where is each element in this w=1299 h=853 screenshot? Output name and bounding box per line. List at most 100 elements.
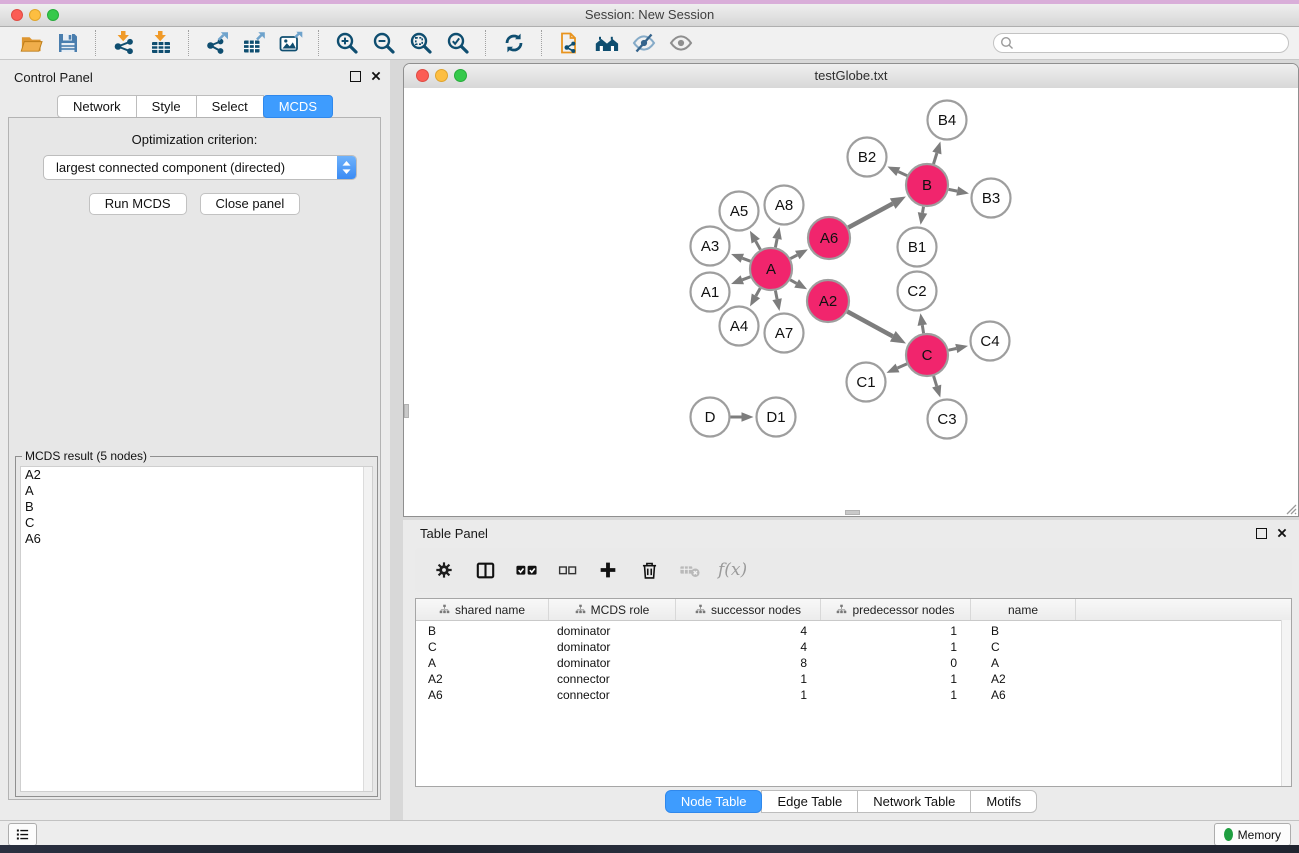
import-network-button[interactable] bbox=[105, 29, 142, 57]
graph-edge-C-C4[interactable] bbox=[949, 341, 970, 353]
table-cell[interactable]: connector bbox=[549, 672, 676, 686]
graph-node-A2[interactable]: A2 bbox=[807, 280, 849, 322]
graph-edge-C-C2[interactable] bbox=[916, 313, 927, 334]
table-cell[interactable]: A2 bbox=[971, 672, 1076, 686]
mcds-result-item[interactable]: A2 bbox=[21, 467, 372, 483]
export-network-button[interactable] bbox=[198, 29, 235, 57]
graph-edge-A-A2[interactable] bbox=[790, 279, 809, 293]
eye-slash-button[interactable] bbox=[625, 29, 662, 57]
graph-edge-A-A4[interactable] bbox=[746, 288, 760, 309]
table-cell[interactable]: 1 bbox=[821, 640, 971, 654]
graph-edge-B-B2[interactable] bbox=[885, 162, 907, 176]
close-panel-icon[interactable] bbox=[370, 70, 382, 82]
graph-node-A7[interactable]: A7 bbox=[765, 314, 804, 353]
tab-node-table[interactable]: Node Table bbox=[665, 790, 763, 813]
export-table-button[interactable] bbox=[235, 29, 272, 57]
table-cell[interactable]: 0 bbox=[821, 656, 971, 670]
uncheck-pair-button[interactable] bbox=[554, 557, 580, 583]
mcds-result-item[interactable]: A6 bbox=[21, 531, 372, 547]
resize-grip-icon[interactable] bbox=[1283, 501, 1297, 515]
graph-node-B1[interactable]: B1 bbox=[898, 228, 937, 267]
refresh-button[interactable] bbox=[495, 29, 532, 57]
table-row[interactable]: Bdominator41B bbox=[416, 623, 1291, 639]
minimize-button[interactable] bbox=[29, 9, 41, 21]
table-cell[interactable]: 1 bbox=[821, 672, 971, 686]
tab-mcds[interactable]: MCDS bbox=[263, 95, 333, 118]
graph-node-B[interactable]: B bbox=[906, 164, 948, 206]
graph-node-C3[interactable]: C3 bbox=[928, 400, 967, 439]
graph-edge-B-B1[interactable] bbox=[916, 207, 927, 226]
tab-select[interactable]: Select bbox=[196, 95, 264, 118]
table-cell[interactable]: A6 bbox=[416, 688, 549, 702]
mcds-list-scrollbar[interactable] bbox=[363, 467, 372, 791]
zoom-button[interactable] bbox=[47, 9, 59, 21]
criterion-dropdown[interactable]: largest connected component (directed) bbox=[43, 155, 357, 180]
zoom-out-button[interactable] bbox=[365, 29, 402, 57]
mcds-result-item[interactable]: A bbox=[21, 483, 372, 499]
tab-edge-table[interactable]: Edge Table bbox=[761, 790, 858, 813]
graph-edge-A-A6[interactable] bbox=[790, 245, 810, 259]
trash-button[interactable] bbox=[636, 557, 662, 583]
gear-button[interactable] bbox=[431, 557, 457, 583]
graph-node-D1[interactable]: D1 bbox=[757, 398, 796, 437]
table-cell[interactable]: B bbox=[971, 624, 1076, 638]
houses-button[interactable] bbox=[588, 29, 625, 57]
table-cell[interactable]: A bbox=[971, 656, 1076, 670]
import-table-button[interactable] bbox=[142, 29, 179, 57]
close-button[interactable] bbox=[11, 9, 23, 21]
save-session-button[interactable] bbox=[49, 29, 86, 57]
network-minimize-button[interactable] bbox=[435, 69, 448, 82]
task-history-button[interactable] bbox=[8, 823, 37, 846]
network-canvas[interactable]: B4B2BB3A8A5A6A3B1AA1C2A2A4A7C4CC1C3DD1 bbox=[404, 88, 1298, 516]
float-panel-icon[interactable] bbox=[350, 71, 361, 82]
table-cell[interactable]: 8 bbox=[676, 656, 821, 670]
graph-edge-A-A5[interactable] bbox=[746, 228, 761, 249]
table-cell[interactable]: 1 bbox=[676, 672, 821, 686]
graph-edge-C-C3[interactable] bbox=[932, 376, 945, 399]
memory-button[interactable]: Memory bbox=[1214, 823, 1291, 846]
graph-edge-A6-B[interactable] bbox=[848, 191, 908, 227]
table-cell[interactable]: 4 bbox=[676, 640, 821, 654]
tab-network[interactable]: Network bbox=[57, 95, 137, 118]
graph-node-C1[interactable]: C1 bbox=[847, 363, 886, 402]
graph-node-C4[interactable]: C4 bbox=[971, 322, 1010, 361]
zoom-selected-button[interactable] bbox=[439, 29, 476, 57]
column-header-shared-name[interactable]: shared name bbox=[416, 599, 549, 620]
graph-edge-C-C1[interactable] bbox=[885, 364, 907, 378]
run-mcds-button[interactable]: Run MCDS bbox=[89, 193, 187, 215]
graph-node-C[interactable]: C bbox=[906, 334, 948, 376]
graph-edge-A-A3[interactable] bbox=[729, 249, 750, 262]
table-cell[interactable]: connector bbox=[549, 688, 676, 702]
graph-node-A3[interactable]: A3 bbox=[691, 227, 730, 266]
table-cell[interactable]: 1 bbox=[821, 624, 971, 638]
graph-node-B3[interactable]: B3 bbox=[972, 179, 1011, 218]
table-cell[interactable]: 1 bbox=[676, 688, 821, 702]
graph-node-A4[interactable]: A4 bbox=[720, 307, 759, 346]
graph-node-B2[interactable]: B2 bbox=[848, 138, 887, 177]
graph-edge-B-B3[interactable] bbox=[949, 186, 970, 198]
graph-edge-A-A8[interactable] bbox=[772, 226, 784, 247]
table-row[interactable]: A2connector11A2 bbox=[416, 671, 1291, 687]
tab-motifs[interactable]: Motifs bbox=[970, 790, 1037, 813]
function-builder-button[interactable]: f(x) bbox=[718, 557, 747, 583]
plus-button[interactable] bbox=[595, 557, 621, 583]
graph-node-A1[interactable]: A1 bbox=[691, 273, 730, 312]
table-cell[interactable]: 1 bbox=[821, 688, 971, 702]
network-close-button[interactable] bbox=[416, 69, 429, 82]
table-cell[interactable]: C bbox=[416, 640, 549, 654]
export-image-button[interactable] bbox=[272, 29, 309, 57]
close-panel-button[interactable]: Close panel bbox=[200, 193, 301, 215]
graph-edge-A2-C[interactable] bbox=[847, 312, 909, 349]
table-cell[interactable]: A bbox=[416, 656, 549, 670]
eye-button[interactable] bbox=[662, 29, 699, 57]
table-cell[interactable]: dominator bbox=[549, 640, 676, 654]
close-table-panel-icon[interactable] bbox=[1276, 527, 1288, 539]
network-zoom-button[interactable] bbox=[454, 69, 467, 82]
zoom-fit-button[interactable] bbox=[402, 29, 439, 57]
zoom-in-button[interactable] bbox=[328, 29, 365, 57]
open-session-button[interactable] bbox=[12, 29, 49, 57]
float-table-panel-icon[interactable] bbox=[1256, 528, 1267, 539]
table-cell[interactable]: B bbox=[416, 624, 549, 638]
check-pair-button[interactable] bbox=[513, 557, 539, 583]
table-cell[interactable]: A6 bbox=[971, 688, 1076, 702]
